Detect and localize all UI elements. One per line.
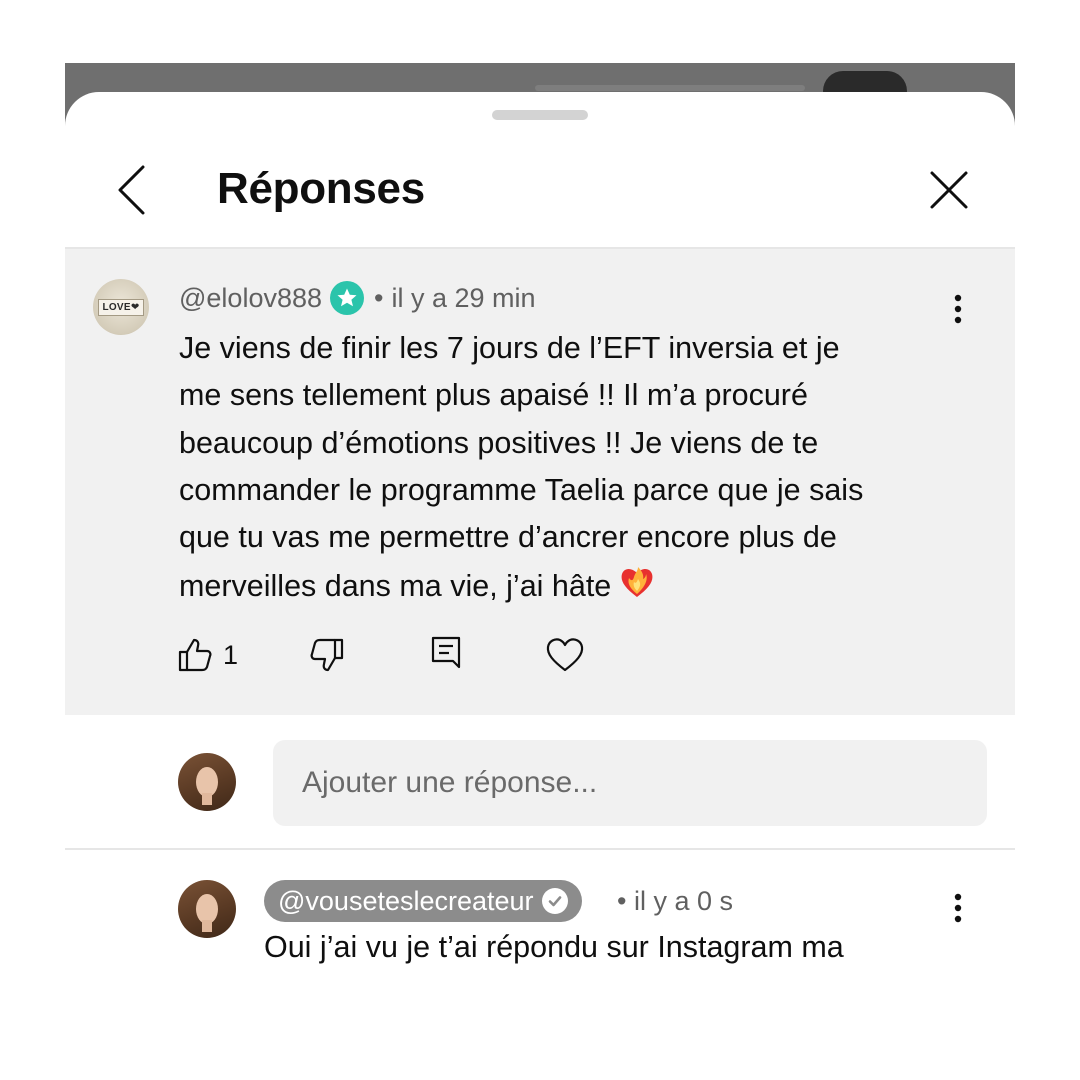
- creator-handle-chip[interactable]: @vouseteslecreateur: [264, 880, 582, 922]
- chevron-left-icon: [118, 165, 145, 215]
- avatar-neck: [202, 920, 212, 932]
- backdrop-blur-line: [535, 85, 805, 91]
- replies-sheet: Réponses LOVE❤ @elolov888 • il y a 29 mi…: [65, 92, 1015, 1080]
- reply-more-button[interactable]: [938, 888, 978, 928]
- comment-last-line: merveilles dans ma vie, j’ai hâte: [179, 561, 969, 615]
- star-badge-icon: [330, 281, 365, 315]
- avatar[interactable]: [178, 880, 236, 938]
- comment-line: merveilles dans ma vie, j’ai hâte: [179, 569, 612, 604]
- dislike-button[interactable]: [309, 633, 345, 677]
- comment-line: Je viens de finir les 7 jours de l’EFT i…: [179, 331, 840, 365]
- like-button[interactable]: 1: [177, 633, 238, 677]
- close-icon: [930, 171, 968, 209]
- reply-comment-icon: [431, 636, 461, 669]
- reply-body: Oui j’ai vu je t’ai répondu sur Instagra…: [264, 930, 844, 964]
- heart-button[interactable]: [545, 633, 585, 677]
- more-vertical-icon: [954, 294, 962, 324]
- page-title: Réponses: [217, 164, 425, 213]
- reply-input[interactable]: [273, 740, 987, 826]
- thumbs-up-icon: [178, 638, 212, 672]
- comment-body: Je viens de finir les 7 jours de l’EFT i…: [179, 325, 969, 616]
- comment-line: me sens tellement plus apaisé !! Il m’a …: [179, 378, 808, 413]
- comment-timestamp: il y a 29 min: [391, 282, 536, 313]
- comment-meta: @elolov888 • il y a 29 min: [179, 281, 536, 315]
- comment-author[interactable]: @elolov888: [179, 283, 322, 314]
- heart-icon: [546, 638, 584, 672]
- reply-timestamp: il y a 0 s: [633, 886, 734, 916]
- drag-handle[interactable]: [492, 110, 588, 120]
- avatar[interactable]: LOVE❤: [93, 279, 149, 335]
- avatar[interactable]: [178, 753, 236, 811]
- comment-line: beaucoup d’émotions positives !! Je vien…: [179, 425, 819, 460]
- heart-on-fire-emoji: [617, 561, 657, 615]
- verified-check-icon: [541, 888, 568, 914]
- reply-divider: [65, 848, 1015, 850]
- comment-more-button[interactable]: [938, 289, 978, 329]
- close-button[interactable]: [921, 162, 977, 218]
- reply-meta: • il y a 0 s: [617, 886, 733, 917]
- reply-button[interactable]: [429, 633, 465, 677]
- thumbs-down-icon: [310, 638, 344, 672]
- more-vertical-icon: [954, 893, 962, 923]
- meta-separator: •: [617, 886, 627, 916]
- comment-line: commander le programme Taelia parce que …: [179, 472, 864, 507]
- reply-author: @vouseteslecreateur: [278, 885, 534, 916]
- like-count: 1: [223, 639, 239, 670]
- comment-line: que tu vas me permettre d’ancrer encore …: [179, 520, 837, 555]
- meta-separator: •: [374, 282, 384, 313]
- avatar-neck: [202, 793, 212, 805]
- avatar-label: LOVE❤: [98, 298, 144, 316]
- back-button[interactable]: [103, 162, 159, 218]
- add-reply-row: [65, 715, 1015, 850]
- highlighted-comment: LOVE❤ @elolov888 • il y a 29 min Je vien…: [65, 249, 1015, 715]
- sheet-header: Réponses: [65, 148, 1015, 248]
